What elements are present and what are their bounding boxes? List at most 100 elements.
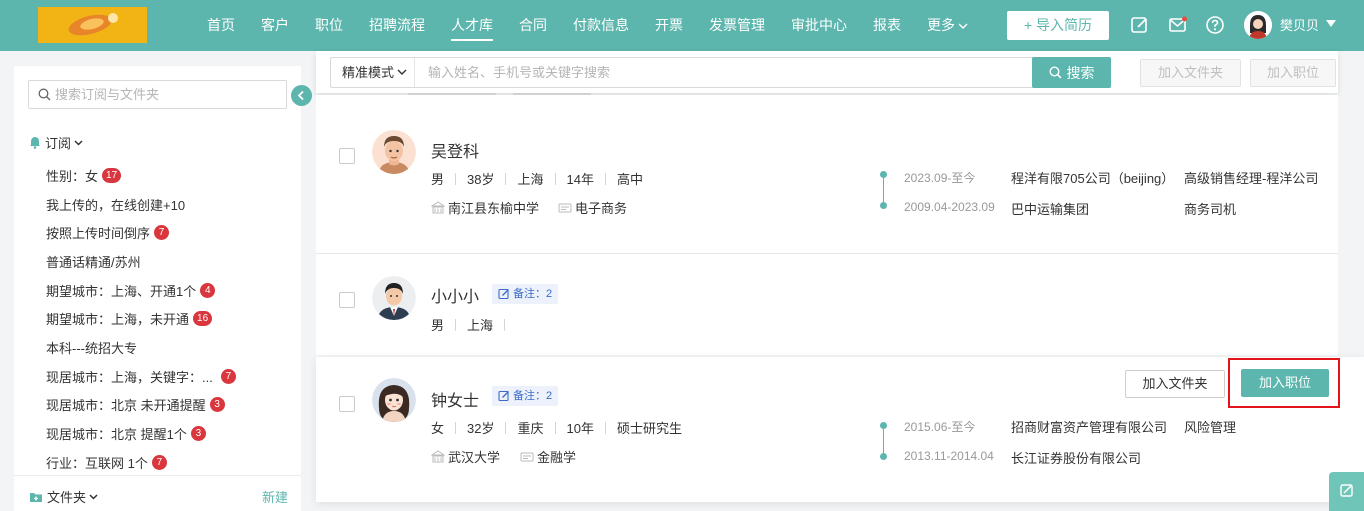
nav-reports[interactable]: 报表	[873, 0, 901, 51]
city: 上海	[517, 172, 544, 187]
nav-customers[interactable]: 客户	[261, 0, 289, 51]
subscription-item[interactable]: 期望城市：上海，未开通 16	[46, 304, 236, 333]
search-icon	[1048, 66, 1062, 79]
sidebar-search-input[interactable]: 搜索订阅与文件夹	[28, 80, 287, 109]
caret-down-icon[interactable]	[1326, 20, 1336, 27]
import-resume-button[interactable]: + 导入简历	[1007, 11, 1109, 40]
search-input[interactable]	[428, 58, 1018, 87]
major-name: 金融学	[537, 450, 577, 465]
experience-company: 巴中运输集团	[1011, 202, 1090, 217]
subscription-item[interactable]: 普通话精通/苏州	[46, 247, 236, 276]
subscription-item[interactable]: 现居城市：北京 未开通提醒 3	[46, 391, 236, 420]
note-edit-icon	[498, 288, 509, 300]
candidate-major: 金融学	[520, 447, 576, 466]
subscription-item[interactable]: 性别：女 17	[46, 161, 236, 190]
subscription-item[interactable]: 按照上传时间倒序 7	[46, 218, 236, 247]
bulk-add-folder-button[interactable]: 加入文件夹	[1140, 59, 1241, 87]
subscription-item-label: 本科---统招大专	[46, 340, 137, 356]
nav-invoice-management[interactable]: 发票管理	[709, 0, 765, 51]
nav-contracts[interactable]: 合同	[519, 0, 547, 51]
nav-approval-center[interactable]: 审批中心	[791, 0, 847, 51]
candidate-avatar[interactable]	[372, 276, 416, 320]
company-logo[interactable]	[38, 7, 147, 43]
candidate-school: 南江县东榆中学	[431, 198, 539, 217]
count-badge: 17	[102, 167, 122, 183]
chevron-down-icon	[397, 69, 407, 75]
chevron-down-icon	[958, 23, 968, 29]
subscription-item[interactable]: 本科---统招大专	[46, 333, 236, 362]
note-tag[interactable]: 备注：2	[492, 386, 559, 406]
candidate-checkbox[interactable]	[339, 148, 355, 164]
collapse-sidebar-button[interactable]	[291, 85, 312, 106]
work-years: 14年	[566, 172, 594, 187]
folder-label: 文件夹	[47, 490, 87, 505]
floating-subscribe-tab[interactable]	[1329, 472, 1364, 511]
count-badge: 16	[193, 311, 213, 327]
search-mode-select[interactable]: 精准模式	[331, 58, 415, 87]
subscription-list: 性别：女 17 我上传的，在线创建+10 按照上传时间倒序 7 普通话精通/苏州 期…	[46, 161, 236, 477]
count-badge: 4	[200, 282, 216, 298]
top-navbar: 首页 客户 职位 招聘流程 人才库 合同 付款信息 开票 发票管理 审批中心 报…	[0, 0, 1364, 51]
experience-timeline	[878, 421, 888, 461]
count-badge: 7	[154, 225, 170, 241]
school-icon	[431, 201, 445, 214]
folder-header[interactable]: 文件夹	[29, 487, 102, 506]
edit-icon	[1340, 484, 1353, 497]
candidate-checkbox[interactable]	[339, 292, 355, 308]
subscription-item-label: 期望城市：上海，未开通	[46, 312, 190, 328]
subscription-item[interactable]: 现居城市：北京 提醒1个 3	[46, 419, 236, 448]
gender: 男	[431, 172, 445, 187]
nav-payments[interactable]: 付款信息	[573, 0, 629, 51]
nav-positions[interactable]: 职位	[315, 0, 343, 51]
bell-icon	[30, 137, 40, 149]
subscription-item[interactable]: 我上传的，在线创建+10	[46, 190, 236, 219]
candidate-name[interactable]: 吴登科	[431, 138, 479, 162]
main-nav: 首页 客户 职位 招聘流程 人才库 合同 付款信息 开票 发票管理 审批中心 报…	[207, 0, 994, 51]
search-button[interactable]: 搜索	[1032, 57, 1111, 88]
message-icon[interactable]	[1168, 15, 1188, 35]
major-name: 电子商务	[575, 201, 628, 216]
candidate-card: 小小小 备注：2 男 上海	[316, 254, 1338, 355]
nav-home[interactable]: 首页	[207, 0, 235, 51]
subscription-item[interactable]: 期望城市：上海、开通1个 4	[46, 276, 236, 305]
nav-more[interactable]: 更多	[927, 0, 968, 51]
subscription-item-label: 我上传的，在线创建+10	[46, 197, 186, 213]
school-name: 武汉大学	[448, 450, 501, 465]
note-edit-icon	[498, 390, 509, 402]
help-icon[interactable]	[1205, 15, 1225, 35]
note-tag[interactable]: 备注：2	[492, 284, 559, 304]
subscription-item[interactable]: 现居城市：上海，关键字：... 7	[46, 362, 236, 391]
add-to-folder-button[interactable]: 加入文件夹	[1125, 370, 1225, 398]
edit-icon[interactable]	[1130, 15, 1150, 35]
subscription-item-label: 按照上传时间倒序	[46, 226, 151, 242]
gender: 男	[431, 318, 445, 333]
subscription-item-label: 行业：互联网 1个	[46, 455, 148, 471]
subscription-header[interactable]: 订阅	[29, 133, 87, 152]
nav-talent-pool[interactable]: 人才库	[451, 0, 493, 51]
subscription-item-label: 性别：女	[46, 168, 99, 184]
nav-invoicing[interactable]: 开票	[655, 0, 683, 51]
experience-date: 2009.04-2023.09	[904, 200, 995, 214]
sidebar-panel: 搜索订阅与文件夹 订阅 性别：女 17 我上传的，在线创建+10 按照上传时间倒序…	[14, 66, 301, 511]
candidate-avatar[interactable]	[372, 130, 416, 174]
user-avatar[interactable]	[1244, 11, 1272, 39]
candidate-name[interactable]: 钟女士	[431, 387, 479, 411]
candidate-name[interactable]: 小小小	[431, 283, 479, 307]
count-badge: 7	[220, 368, 236, 384]
major-icon	[520, 452, 534, 461]
work-years: 10年	[566, 421, 594, 436]
school-icon	[431, 450, 445, 463]
candidate-card: 吴登科 男 38岁 上海 14年 高中 南江县东榆中学 电子商务 2023.09…	[316, 95, 1338, 253]
candidate-checkbox[interactable]	[339, 396, 355, 412]
subscription-item[interactable]: 行业：互联网 1个 7	[46, 448, 236, 477]
experience-date: 2013.11-2014.04	[904, 449, 994, 463]
nav-recruit-process[interactable]: 招聘流程	[369, 0, 425, 51]
folder-plus-icon	[30, 492, 42, 502]
count-badge: 3	[209, 397, 225, 413]
candidate-avatar[interactable]	[372, 378, 416, 422]
count-badge: 7	[151, 454, 167, 470]
city: 上海	[467, 318, 494, 333]
bulk-add-position-button[interactable]: 加入职位	[1250, 59, 1336, 87]
user-name[interactable]: 樊贝贝	[1280, 0, 1319, 51]
new-folder-link[interactable]: 新建	[262, 487, 288, 506]
